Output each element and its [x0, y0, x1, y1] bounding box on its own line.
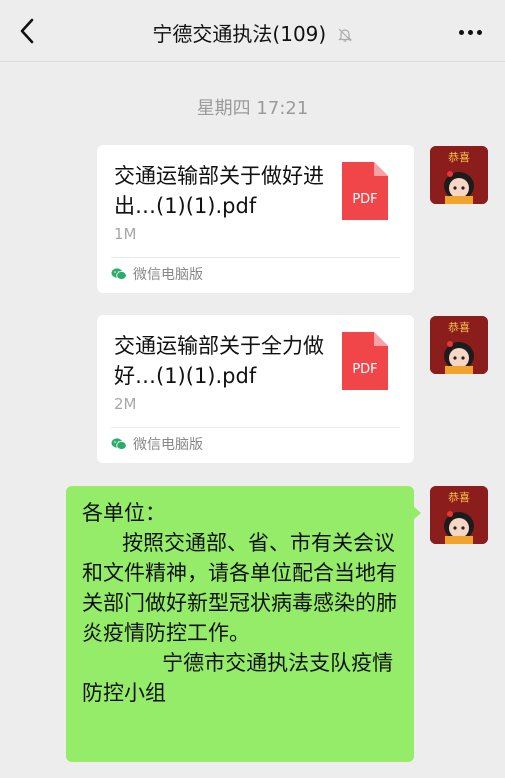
avatar-label: 恭喜	[448, 321, 470, 334]
more-dots-icon	[458, 29, 464, 35]
file-name: 交通运输部关于做好进出…(1)(1).pdf	[114, 164, 324, 218]
pdf-file-icon: PDF	[342, 162, 388, 220]
avatar-image: 恭喜	[430, 146, 488, 204]
avatar[interactable]: 恭喜	[430, 316, 488, 374]
message-source: 微信电脑版	[111, 434, 203, 454]
source-label: 微信电脑版	[133, 267, 203, 283]
pdf-icon-label: PDF	[352, 362, 377, 377]
pdf-icon-label: PDF	[352, 192, 377, 207]
avatar[interactable]: 恭喜	[430, 146, 488, 204]
pdf-file-icon: PDF	[342, 332, 388, 390]
avatar[interactable]: 恭喜	[430, 486, 488, 544]
file-message[interactable]: 交通运输部关于全力做好…(1)(1).pdf 2M PDF 微信电脑版	[97, 315, 414, 463]
more-dot	[476, 29, 482, 35]
wechat-icon	[111, 438, 127, 450]
wechat-icon	[111, 268, 127, 280]
divider	[111, 257, 400, 258]
bell-off-icon	[337, 24, 353, 48]
avatar-image: 恭喜	[430, 316, 488, 374]
message-timestamp: 星期四 17:21	[196, 98, 309, 119]
file-size: 1M	[114, 225, 137, 243]
more-button[interactable]	[455, 18, 485, 46]
file-size: 2M	[114, 395, 137, 413]
source-label: 微信电脑版	[133, 437, 203, 453]
chat-title: 宁德交通执法(109)	[152, 22, 327, 46]
file-name: 交通运输部关于全力做好…(1)(1).pdf	[114, 334, 324, 388]
avatar-label: 恭喜	[448, 151, 470, 164]
chat-header: 宁德交通执法(109)	[0, 0, 505, 62]
file-message[interactable]: 交通运输部关于做好进出…(1)(1).pdf 1M PDF 微信电脑版	[97, 145, 414, 293]
bubble-tail	[413, 506, 421, 520]
message-source: 微信电脑版	[111, 264, 203, 284]
text-message[interactable]: 各单位： 按照交通部、省、市有关会议和文件精神，请各单位配合当地有关部门做好新型…	[66, 486, 414, 762]
chat-title-wrap: 宁德交通执法(109)	[0, 18, 505, 48]
avatar-image: 恭喜	[430, 486, 488, 544]
more-dot	[467, 29, 473, 35]
avatar-label: 恭喜	[448, 491, 470, 504]
divider	[111, 427, 400, 428]
